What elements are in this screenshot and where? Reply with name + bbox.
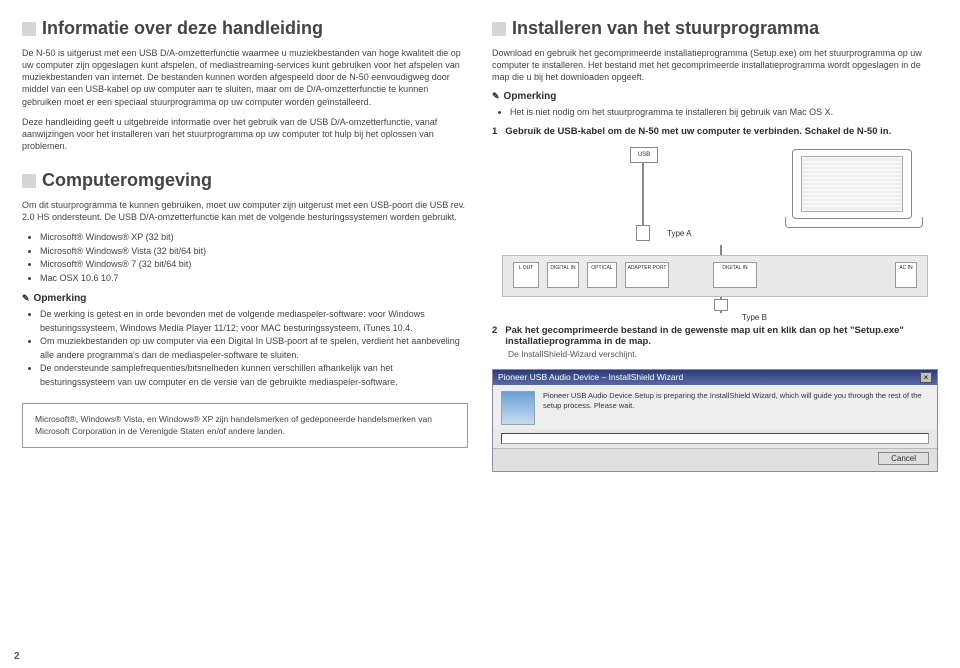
installshield-dialog: Pioneer USB Audio Device – InstallShield… (492, 369, 938, 472)
section-title-install: Installeren van het stuurprogramma (492, 18, 938, 39)
install-note-list: Het is niet nodig om het stuurprogramma … (492, 106, 938, 120)
port-optical: OPTICAL (587, 262, 617, 288)
connection-diagram: USB Type A L OUT DIGITAL IN OPTICAL ADAP… (492, 145, 938, 305)
env-notes: De werking is getest en in orde bevonden… (22, 308, 468, 389)
note-heading: Opmerking (22, 293, 468, 304)
step-number: 2 (492, 325, 497, 347)
close-icon[interactable]: × (920, 372, 932, 383)
step-number: 1 (492, 126, 497, 137)
dialog-message: Pioneer USB Audio Device Setup is prepar… (543, 391, 929, 425)
progress-bar (501, 433, 929, 444)
step-text: Pak het gecomprimeerde bestand in de gew… (505, 325, 938, 347)
list-item: De ondersteunde samplefrequenties/bitsne… (40, 362, 468, 389)
install-paragraph: Download en gebruik het gecomprimeerde i… (492, 47, 938, 83)
usb-plug-a (636, 225, 650, 241)
list-item: De werking is getest en in orde bevonden… (40, 308, 468, 335)
section-title-env: Computeromgeving (22, 170, 468, 191)
port-digital-in-2: DIGITAL IN (713, 262, 757, 288)
list-item: Microsoft® Windows® 7 (32 bit/64 bit) (40, 258, 468, 272)
page-number: 2 (14, 651, 20, 662)
right-column: Installeren van het stuurprogramma Downl… (492, 18, 938, 472)
port-adapter: ADAPTER PORT (625, 262, 669, 288)
list-item: Mac OSX 10.6 10.7 (40, 272, 468, 286)
left-column: Informatie over deze handleiding De N-50… (22, 18, 468, 472)
trademark-box: Microsoft®, Windows® Vista, en Windows® … (22, 403, 468, 448)
installer-icon (501, 391, 535, 425)
usb-cable (642, 163, 644, 225)
step-text: Gebruik de USB-kabel om de N-50 met uw c… (505, 126, 891, 137)
device-rear-panel: L OUT DIGITAL IN OPTICAL ADAPTER PORT DI… (502, 255, 928, 297)
type-a-label: Type A (667, 229, 691, 238)
port-acin: AC IN (895, 262, 917, 288)
trademark-text: Microsoft®, Windows® Vista, en Windows® … (35, 414, 455, 437)
laptop-icon (792, 149, 912, 219)
dialog-title: Pioneer USB Audio Device – InstallShield… (498, 372, 683, 382)
port-lout: L OUT (513, 262, 539, 288)
info-paragraph-1: De N-50 is uitgerust met een USB D/A-omz… (22, 47, 468, 108)
step-1: 1 Gebruik de USB-kabel om de N-50 met uw… (492, 126, 938, 137)
type-b-label: Type B (742, 313, 767, 322)
section-title-info: Informatie over deze handleiding (22, 18, 468, 39)
step-2: 2 Pak het gecomprimeerde bestand in de g… (492, 325, 938, 347)
info-paragraph-2: Deze handleiding geeft u uitgebreide inf… (22, 116, 468, 152)
list-item: Microsoft® Windows® XP (32 bit) (40, 231, 468, 245)
usb-label: USB (630, 147, 658, 163)
step-2-sub: De InstallShield-Wizard verschijnt. (508, 349, 938, 359)
usb-plug-b (714, 299, 728, 311)
list-item: Het is niet nodig om het stuurprogramma … (510, 106, 938, 120)
dialog-titlebar: Pioneer USB Audio Device – InstallShield… (493, 370, 937, 385)
port-digital-in: DIGITAL IN (547, 262, 579, 288)
list-item: Microsoft® Windows® Vista (32 bit/64 bit… (40, 245, 468, 259)
os-list: Microsoft® Windows® XP (32 bit) Microsof… (22, 231, 468, 285)
env-paragraph: Om dit stuurprogramma te kunnen gebruike… (22, 199, 468, 223)
list-item: Om muziekbestanden op uw computer via ee… (40, 335, 468, 362)
note-heading: Opmerking (492, 91, 938, 102)
cancel-button[interactable]: Cancel (878, 452, 929, 465)
